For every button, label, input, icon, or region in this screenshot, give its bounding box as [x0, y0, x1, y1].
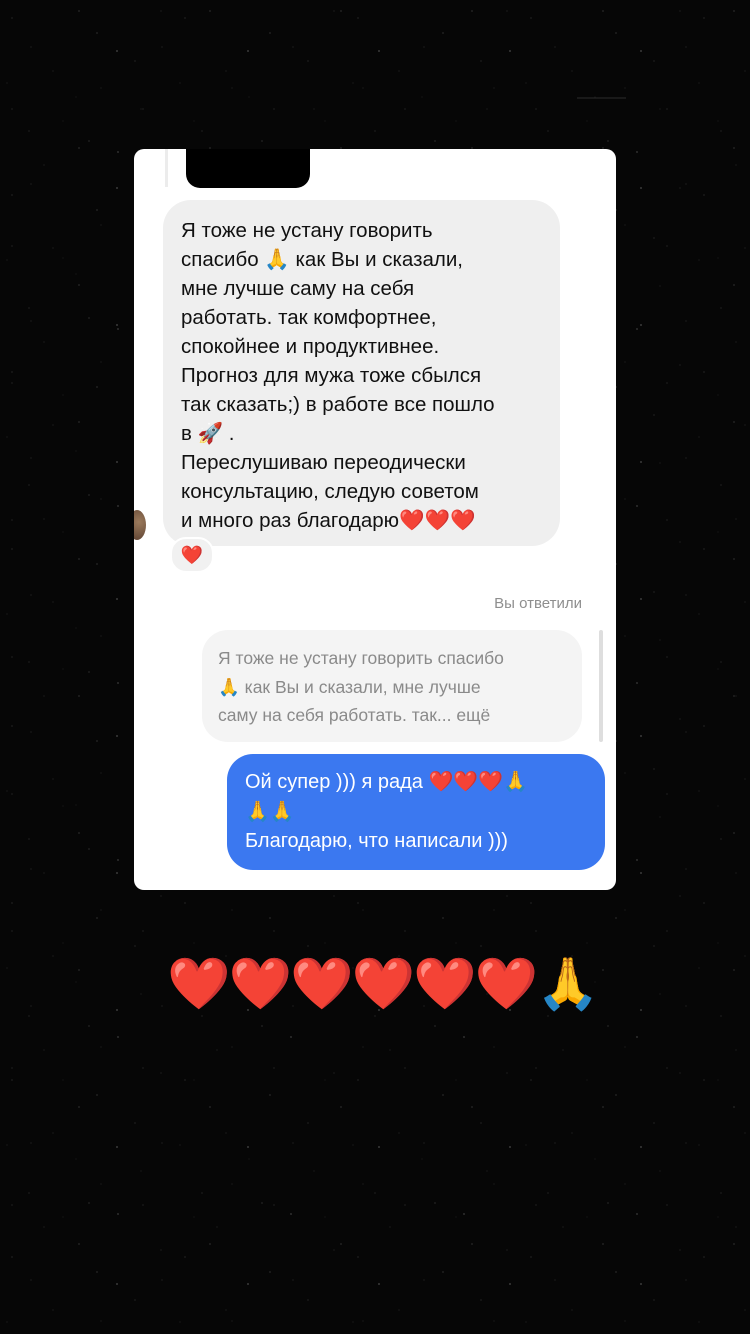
incoming-message-bubble[interactable]: Я тоже не устану говорить спасибо 🙏 как …	[163, 200, 560, 546]
quote-indicator-bar	[599, 630, 603, 742]
message-line: консультацию, следую советом	[181, 480, 479, 503]
message-line: мне лучше саму на себя	[181, 277, 415, 300]
chat-screenshot-card: Я тоже не устану говорить спасибо 🙏 как …	[134, 149, 616, 890]
message-line: спасибо 🙏 как Вы и сказали,	[181, 248, 463, 271]
background-streak	[577, 97, 626, 99]
message-line: работать. так комфортнее,	[181, 306, 437, 329]
message-line: Благодарю, что написали )))	[245, 830, 508, 852]
message-line: Переслушиваю переодически	[181, 451, 466, 474]
outgoing-message-bubble[interactable]: Ой супер ))) я рада ❤️❤️❤️🙏 🙏🙏 Благодарю…	[227, 754, 605, 870]
sender-avatar[interactable]	[134, 510, 146, 540]
quote-line: 🙏 как Вы и сказали, мне лучше	[218, 676, 481, 697]
message-line: Я тоже не устану говорить	[181, 219, 433, 242]
message-line: так сказать;) в работе все пошло	[181, 393, 495, 416]
heart-reaction-badge[interactable]: ❤️	[170, 537, 214, 573]
quoted-message-preview[interactable]: Я тоже не устану говорить спасибо 🙏 как …	[202, 630, 582, 742]
message-line: 🙏🙏	[245, 800, 295, 823]
quote-line: Я тоже не устану говорить спасибо	[218, 648, 504, 668]
message-line: Ой супер ))) я рада ❤️❤️❤️🙏	[245, 771, 529, 793]
message-line: Прогноз для мужа тоже сбылся	[181, 364, 482, 387]
message-line: в 🚀 .	[181, 422, 235, 445]
message-line: и много раз благодарю❤️❤️❤️	[181, 509, 476, 532]
quote-line: саму на себя работать. так... ещё	[218, 705, 491, 725]
overlay-emoji-text: ❤️❤️❤️❤️❤️❤️🙏	[167, 955, 600, 1014]
thread-connector-line	[165, 149, 168, 187]
phone-notch	[186, 149, 310, 188]
you-replied-label: Вы ответили	[494, 595, 582, 612]
message-line: спокойнее и продуктивнее.	[181, 335, 440, 358]
